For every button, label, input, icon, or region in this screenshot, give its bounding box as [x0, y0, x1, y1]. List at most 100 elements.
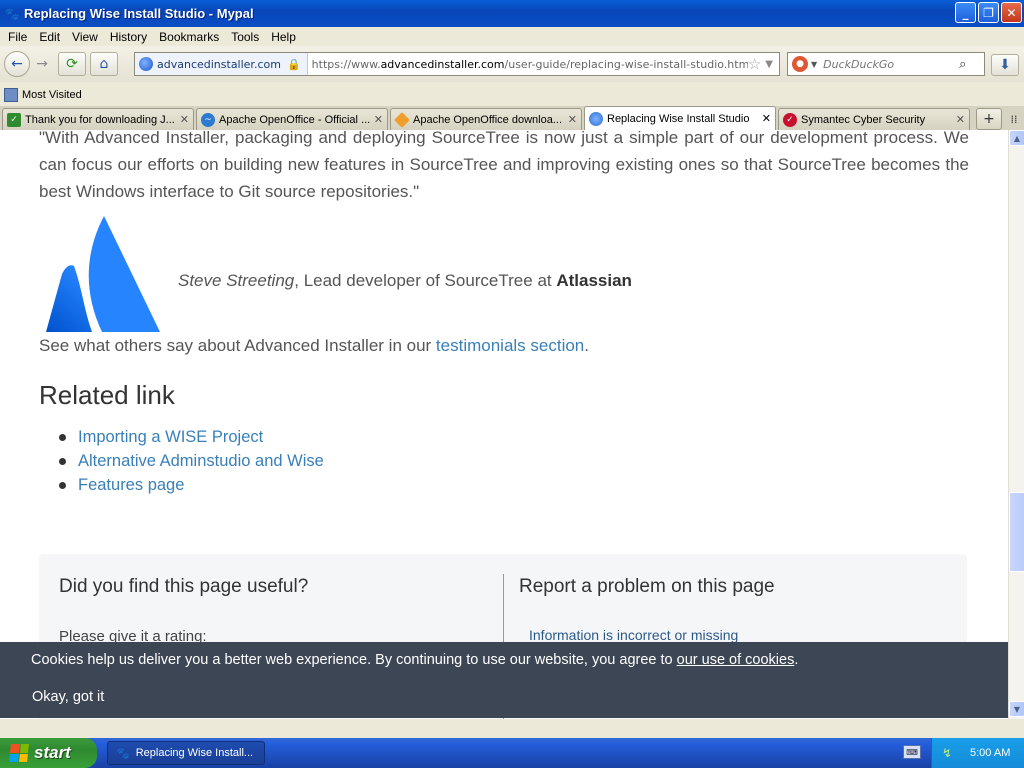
start-label: start [34, 743, 71, 762]
mypal-icon: 🐾 [116, 747, 130, 760]
attribution-name: Steve Streeting [178, 271, 295, 290]
openoffice-icon: ~ [201, 112, 215, 127]
forward-arrow-icon: → [36, 56, 48, 72]
mypal-icon: 🐾 [4, 6, 20, 21]
tab-close-icon[interactable]: ✕ [762, 112, 771, 125]
download-arrow-icon: ⬇ [999, 57, 1011, 73]
scroll-down-icon[interactable]: ▼ [1009, 701, 1024, 717]
testimonials-sentence: See what others say about Advanced Insta… [39, 336, 589, 356]
url-domain: advancedinstaller.com [380, 57, 505, 71]
reload-icon: ⟳ [66, 56, 78, 72]
menu-help[interactable]: Help [265, 30, 302, 44]
tab-list-button[interactable]: ⁞⁞ [1006, 108, 1022, 130]
bookmarks-toolbar: Most Visited [0, 84, 1024, 106]
tab-label: Apache OpenOffice - Official ... [219, 113, 370, 126]
cookie-message: Cookies help us deliver you a better web… [31, 652, 677, 668]
attribution-role: , Lead developer of SourceTree at [294, 271, 557, 290]
most-visited-folder[interactable]: Most Visited [22, 89, 82, 101]
link-importing-wise[interactable]: Importing a WISE Project [78, 427, 263, 447]
cookie-accept-button[interactable]: Okay, got it [32, 689, 104, 705]
reload-button[interactable]: ⟳ [58, 52, 86, 76]
menu-view[interactable]: View [66, 30, 104, 44]
tab-strip: ✓ Thank you for downloading J... ✕ ~ Apa… [0, 106, 1024, 130]
downloads-button[interactable]: ⬇ [991, 54, 1019, 76]
taskbar-item-browser[interactable]: 🐾 Replacing Wise Install... [107, 741, 265, 765]
scroll-up-icon[interactable]: ▲ [1009, 130, 1024, 146]
home-button[interactable]: ⌂ [90, 52, 118, 76]
duckduckgo-icon[interactable]: ● [792, 56, 808, 72]
menu-bar: File Edit View History Bookmarks Tools H… [0, 27, 1024, 46]
tab-label: Symantec Cyber Security [801, 113, 926, 126]
search-engine-dropdown-icon[interactable]: ▼ [811, 60, 817, 69]
tab-close-icon[interactable]: ✕ [568, 113, 577, 126]
page-content: "With Advanced Installer, packaging and … [0, 130, 1008, 719]
plus-icon: + [983, 111, 995, 127]
tab-replacing-wise[interactable]: Replacing Wise Install Studio ✕ [584, 106, 776, 130]
testimonials-prefix: See what others say about Advanced Insta… [39, 336, 436, 355]
cookie-policy-link[interactable]: our use of cookies [677, 652, 795, 668]
link-features-page[interactable]: Features page [78, 475, 184, 495]
search-icon[interactable]: ⌕ [959, 57, 966, 72]
vertical-scrollbar[interactable]: ▲ ▼ [1008, 130, 1024, 719]
keyboard-layout-icon[interactable]: ⌨ [903, 745, 921, 759]
testimonials-link[interactable]: testimonials section [436, 336, 584, 355]
back-arrow-icon: ← [11, 56, 23, 72]
testimonial-attribution: Steve Streeting, Lead developer of Sourc… [178, 271, 632, 291]
url-dropdown-icon[interactable]: ▼ [765, 59, 773, 70]
tab-symantec[interactable]: ✓ Symantec Cyber Security ✕ [778, 108, 970, 130]
bookmark-star-icon[interactable]: ☆ [748, 55, 761, 73]
related-heading: Related link [39, 380, 175, 410]
url-text[interactable]: https://www.advancedinstaller.com/user-g… [308, 58, 748, 71]
forward-button[interactable]: → [30, 52, 54, 76]
menu-bookmarks[interactable]: Bookmarks [153, 30, 225, 44]
search-input[interactable] [823, 57, 954, 71]
menu-edit[interactable]: Edit [33, 30, 66, 44]
tab-openoffice-download[interactable]: Apache OpenOffice downloa... ✕ [390, 108, 582, 130]
menu-tools[interactable]: Tools [225, 30, 265, 44]
status-bar [0, 719, 1024, 738]
search-bar[interactable]: ● ▼ ⌕ [787, 52, 985, 76]
tab-close-icon[interactable]: ✕ [180, 113, 189, 126]
menu-file[interactable]: File [2, 30, 33, 44]
grid-icon: ⁞⁞ [1010, 112, 1018, 126]
tab-label: Apache OpenOffice downloa... [413, 113, 563, 126]
back-button[interactable]: ← [4, 51, 30, 77]
most-visited-icon [4, 88, 18, 102]
report-option-incorrect[interactable]: Information is incorrect or missing [529, 627, 738, 643]
network-icon[interactable]: ↯ [942, 746, 956, 760]
tab-label: Replacing Wise Install Studio [607, 112, 750, 125]
close-button[interactable]: ✕ [1001, 2, 1022, 23]
attribution-company: Atlassian [556, 271, 632, 290]
clock[interactable]: 5:00 AM [970, 747, 1010, 759]
testimonials-suffix: . [584, 336, 589, 355]
link-alternative-adminstudio[interactable]: Alternative Adminstudio and Wise [78, 451, 324, 471]
atlassian-logo [46, 216, 160, 332]
list-item: Alternative Adminstudio and Wise [59, 449, 324, 473]
feedback-title: Did you find this page useful? [59, 576, 309, 597]
scroll-thumb[interactable] [1009, 492, 1024, 572]
url-path: /user-guide/replacing-wise-install-studi… [504, 57, 748, 71]
minimize-button[interactable]: _ [955, 2, 976, 23]
home-icon: ⌂ [99, 56, 109, 72]
tab-thank-you[interactable]: ✓ Thank you for downloading J... ✕ [2, 108, 194, 130]
tab-close-icon[interactable]: ✕ [956, 113, 965, 126]
menu-history[interactable]: History [104, 30, 153, 44]
list-item: Importing a WISE Project [59, 425, 324, 449]
site-identity[interactable]: advancedinstaller.com 🔒 [135, 53, 308, 75]
testimonial-quote: "With Advanced Installer, packaging and … [39, 130, 969, 201]
taskbar-item-label: Replacing Wise Install... [135, 747, 254, 759]
address-bar[interactable]: advancedinstaller.com 🔒 https://www.adva… [134, 52, 780, 76]
new-tab-button[interactable]: + [976, 108, 1002, 130]
tab-label: Thank you for downloading J... [25, 113, 175, 126]
windows-flag-icon [9, 744, 29, 762]
tab-openoffice-official[interactable]: ~ Apache OpenOffice - Official ... ✕ [196, 108, 388, 130]
cookie-banner: Cookies help us deliver you a better web… [0, 642, 1008, 718]
advancedinstaller-icon [589, 111, 603, 126]
start-button[interactable]: start [0, 738, 97, 768]
related-links-list: Importing a WISE Project Alternative Adm… [59, 425, 324, 497]
tab-close-icon[interactable]: ✕ [374, 113, 383, 126]
maximize-button[interactable]: ❐ [978, 2, 999, 23]
cookie-suffix: . [794, 652, 799, 668]
browser-window: 🐾 Replacing Wise Install Studio - Mypal … [0, 0, 1024, 738]
title-bar: 🐾 Replacing Wise Install Studio - Mypal … [0, 0, 1024, 27]
